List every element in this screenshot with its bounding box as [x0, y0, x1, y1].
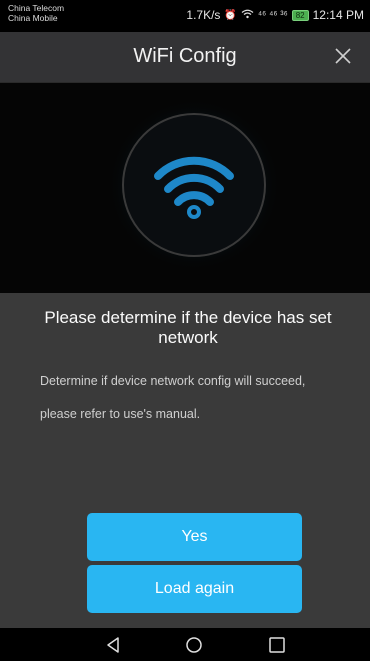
home-circle-icon [186, 637, 202, 653]
carrier-labels: China Telecom China Mobile [8, 3, 64, 23]
wifi-status-icon [241, 9, 254, 22]
back-triangle-icon [107, 637, 119, 653]
wifi-illustration [0, 83, 370, 293]
carrier-1: China Telecom [8, 3, 65, 13]
navigation-bar [0, 628, 370, 661]
yes-button[interactable]: Yes [87, 513, 302, 561]
wifi-ring [122, 113, 266, 257]
battery-icon: 82 [291, 9, 309, 21]
home-button[interactable] [183, 635, 205, 655]
signal-icon: ⁴⁶ ⁴⁶ ³⁶ [257, 9, 288, 21]
recents-square-icon [269, 637, 285, 653]
dialog-heading: Please determine if the device has set n… [44, 308, 332, 347]
alarm-icon: ⏰ [224, 9, 237, 21]
clock: 12:14 PM [312, 8, 364, 22]
dialog-content: Please determine if the device has set n… [0, 293, 370, 628]
load-again-button[interactable]: Load again [87, 565, 302, 613]
network-speed: 1.7K/s [186, 8, 221, 22]
page-title: WiFi Config [133, 45, 237, 67]
title-bar: WiFi Config [0, 32, 370, 83]
status-bar: China Telecom China Mobile 1.7K/s ⏰ ⁴⁶ ⁴… [0, 0, 370, 32]
back-button[interactable] [102, 635, 124, 655]
carrier-2: China Mobile [8, 13, 58, 23]
dialog-description: Determine if device network config will … [40, 374, 306, 421]
status-icons: 1.7K/s ⏰ ⁴⁶ ⁴⁶ ³⁶ 82 12:14 PM [186, 8, 364, 22]
close-button[interactable] [330, 43, 356, 69]
close-icon [335, 48, 351, 64]
recents-button[interactable] [266, 635, 288, 655]
